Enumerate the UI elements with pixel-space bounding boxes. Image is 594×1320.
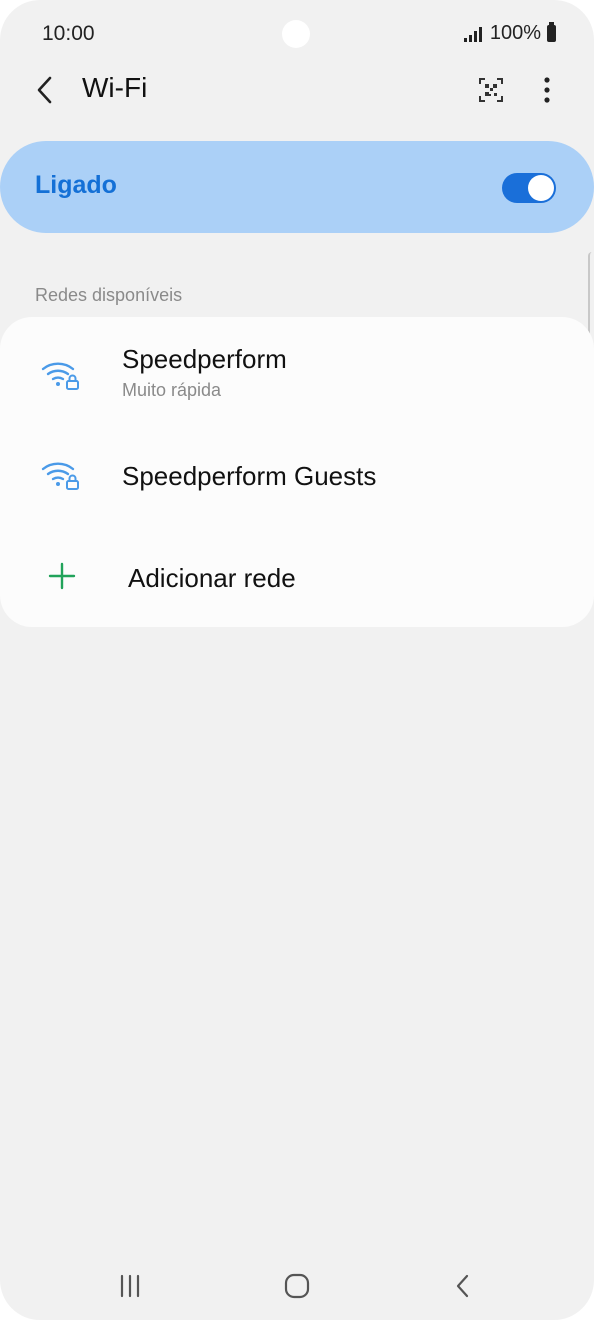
network-item[interactable]: Speedperform Muito rápida [0, 327, 594, 427]
battery-icon [547, 22, 556, 42]
wifi-master-toggle-bar[interactable]: Ligado [0, 141, 594, 233]
more-options-button[interactable] [532, 72, 562, 108]
more-options-icon [544, 77, 550, 103]
page-title: Wi-Fi [82, 72, 148, 103]
home-icon [284, 1273, 310, 1299]
plus-icon [48, 562, 76, 590]
battery-percentage: 100% [489, 22, 541, 44]
back-icon [37, 76, 52, 104]
qr-code-button[interactable] [474, 72, 508, 108]
wifi-locked-icon [41, 462, 79, 490]
back-nav-icon [456, 1274, 469, 1298]
qr-code-icon [479, 78, 503, 102]
network-item[interactable]: Speedperform Guests [0, 435, 594, 519]
add-network-label: Adicionar rede [128, 563, 296, 593]
wifi-toggle-label: Ligado [35, 171, 117, 199]
camera-cutout [282, 20, 310, 48]
network-name: Speedperform Guests [122, 461, 377, 491]
status-time: 10:00 [42, 22, 95, 45]
wifi-locked-icon [41, 362, 79, 390]
home-button[interactable] [277, 1268, 317, 1304]
available-networks-header: Redes disponíveis [35, 285, 183, 305]
network-list-card: Speedperform Muito rápida Speedperform G… [0, 317, 594, 627]
signal-icon [463, 26, 482, 42]
status-indicators: 100% [463, 22, 556, 45]
recent-apps-icon [120, 1274, 140, 1298]
phone-screen: 10:00 100% Wi-Fi Ligado Redes disponívei… [0, 0, 594, 1320]
back-nav-button[interactable] [443, 1268, 483, 1304]
network-status: Muito rápida [122, 380, 222, 400]
wifi-toggle-switch[interactable] [502, 173, 556, 203]
add-network-button[interactable]: Adicionar rede [0, 535, 594, 619]
switch-knob [528, 175, 554, 201]
network-name: Speedperform [122, 344, 287, 374]
recent-apps-button[interactable] [110, 1268, 150, 1304]
back-button[interactable] [30, 72, 64, 108]
